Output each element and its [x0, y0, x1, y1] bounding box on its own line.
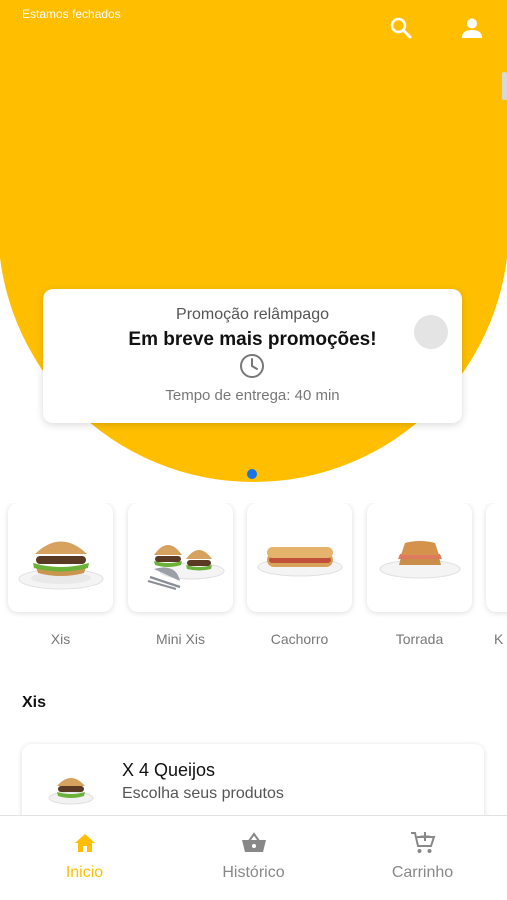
category-image-card — [367, 503, 472, 612]
category-image-card — [486, 503, 507, 612]
scrollbar[interactable] — [502, 72, 507, 100]
category-label: Xis — [50, 631, 71, 647]
store-status: Estamos fechados — [22, 7, 121, 21]
category-label: Mini Xis — [155, 631, 205, 647]
nav-label: Histórico — [222, 864, 285, 881]
nav-label: Inicio — [65, 864, 104, 881]
product-name: X 4 Queijos — [122, 760, 216, 780]
clock-icon — [239, 353, 265, 379]
search-icon[interactable] — [387, 14, 415, 42]
product-image — [48, 766, 94, 806]
burger-image — [18, 541, 103, 589]
category-xis[interactable]: Xis — [8, 503, 113, 653]
hotdog-image — [257, 546, 342, 576]
category-cachorro[interactable]: Cachorro — [247, 503, 352, 653]
mini-burger-image — [147, 544, 224, 590]
home-icon — [71, 829, 99, 857]
nav-label: Carrinho — [391, 864, 454, 881]
promo-subtitle: Promoção relâmpago — [176, 306, 329, 323]
category-mini-xis[interactable]: Mini Xis — [128, 503, 233, 653]
bottom-navigation: Inicio Histórico Carrinho — [0, 815, 507, 900]
nav-inicio[interactable]: Inicio — [0, 816, 169, 900]
cart-add-icon — [409, 829, 437, 857]
category-image-card — [8, 503, 113, 612]
category-image-card — [247, 503, 352, 612]
category-label: Torrada — [395, 631, 444, 647]
category-label: Cachorro — [270, 631, 329, 647]
section-title: Xis — [22, 694, 47, 711]
nav-carrinho[interactable]: Carrinho — [338, 816, 507, 900]
category-image-card — [128, 503, 233, 612]
category-torrada[interactable]: Torrada — [367, 503, 472, 653]
promo-card[interactable]: Promoção relâmpago Em breve mais promoçõ… — [43, 289, 462, 423]
category-list[interactable]: Xis Mini Xis Cachorro Torrada K — [0, 503, 507, 653]
category-partial[interactable]: K — [486, 503, 507, 653]
nav-historico[interactable]: Histórico — [169, 816, 338, 900]
user-icon[interactable] — [458, 14, 486, 42]
product-description: Escolha seus produtos — [122, 785, 284, 802]
category-label: K — [494, 631, 504, 647]
promo-image-placeholder — [414, 315, 448, 349]
carousel-dot[interactable] — [247, 469, 257, 479]
promo-title: Em breve mais promoções! — [128, 329, 377, 350]
toast-image — [379, 540, 460, 578]
delivery-time: Tempo de entrega: 40 min — [165, 387, 340, 404]
basket-icon — [240, 829, 268, 857]
